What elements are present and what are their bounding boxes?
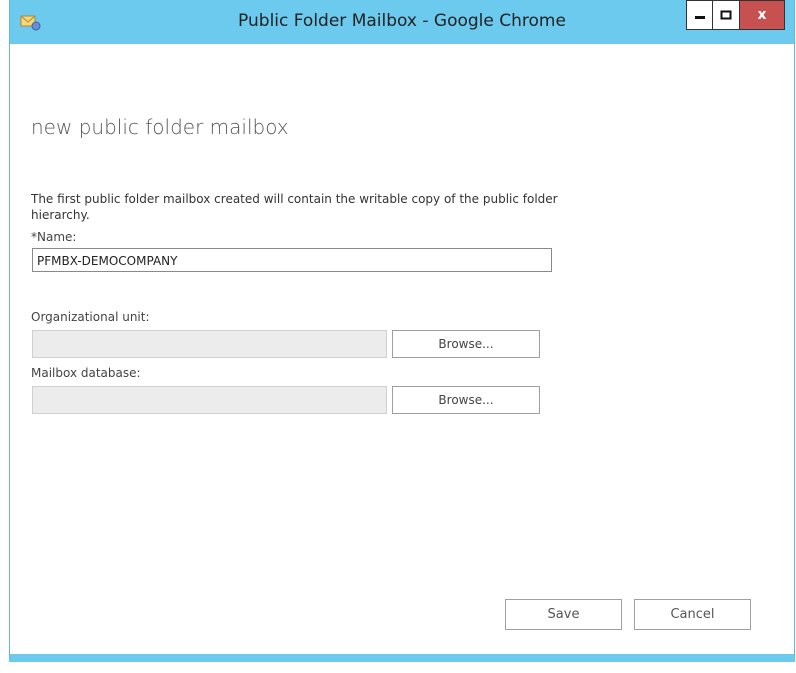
maximize-icon bbox=[720, 6, 732, 25]
name-label: *Name: bbox=[31, 230, 77, 244]
organizational-unit-field bbox=[32, 330, 387, 358]
minimize-button[interactable] bbox=[686, 0, 713, 30]
mailbox-database-field bbox=[32, 386, 387, 414]
organizational-unit-label: Organizational unit: bbox=[31, 310, 150, 324]
save-button[interactable]: Save bbox=[505, 599, 622, 630]
form-description: The first public folder mailbox created … bbox=[31, 192, 558, 222]
page-heading: new public folder mailbox bbox=[31, 115, 289, 139]
mailbox-database-browse-button[interactable]: Browse... bbox=[392, 386, 540, 414]
title-bar[interactable]: Public Folder Mailbox - Google Chrome x bbox=[10, 0, 794, 44]
maximize-button[interactable] bbox=[713, 0, 740, 30]
window-title: Public Folder Mailbox - Google Chrome bbox=[238, 11, 566, 31]
cancel-button[interactable]: Cancel bbox=[634, 599, 751, 630]
close-icon: x bbox=[757, 7, 767, 23]
close-button[interactable]: x bbox=[740, 0, 785, 30]
minimize-icon bbox=[694, 6, 706, 25]
name-input[interactable]: PFMBX-DEMOCOMPANY bbox=[32, 248, 552, 272]
mailbox-database-label: Mailbox database: bbox=[31, 366, 141, 380]
organizational-unit-browse-button[interactable]: Browse... bbox=[392, 330, 540, 358]
